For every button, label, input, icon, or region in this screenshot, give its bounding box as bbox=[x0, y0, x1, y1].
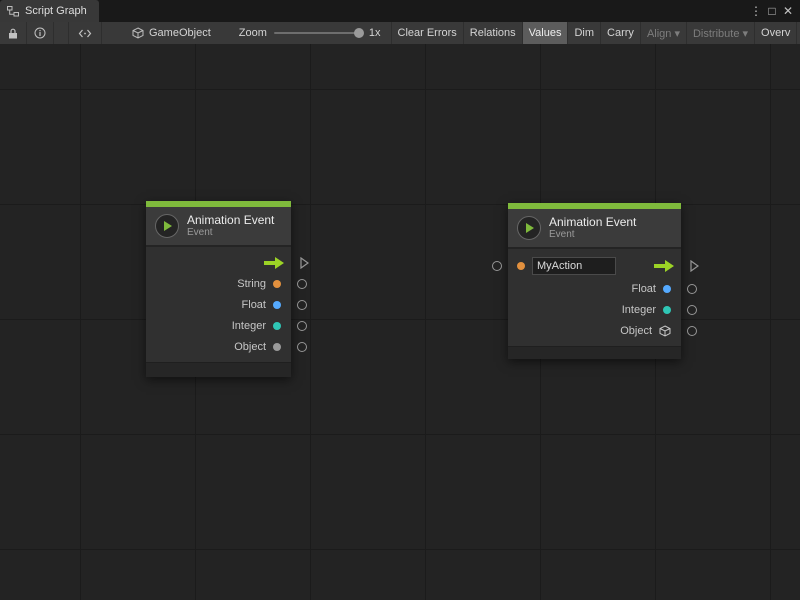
node-header[interactable]: Animation Event Event bbox=[508, 209, 681, 249]
animation-event-node[interactable]: Animation Event Event Float bbox=[508, 203, 681, 359]
toolbar-buttons: Clear Errors Relations Values Dim Carry … bbox=[391, 22, 798, 44]
gameobject-target[interactable]: GameObject bbox=[128, 22, 215, 44]
string-type-dot bbox=[273, 280, 281, 288]
name-input-row bbox=[508, 254, 681, 278]
lock-button[interactable] bbox=[0, 22, 27, 44]
graph-toolbar: GameObject Zoom 1x Clear Errors Relation… bbox=[0, 22, 800, 44]
data-output-row: Object bbox=[146, 336, 291, 357]
values-toggle-button[interactable]: Values bbox=[522, 22, 568, 44]
name-input-port[interactable] bbox=[492, 261, 502, 271]
integer-type-dot bbox=[663, 306, 671, 314]
dim-toggle-button[interactable]: Dim bbox=[567, 22, 600, 44]
string-output-port[interactable] bbox=[297, 279, 307, 289]
window-controls: ⋮ □ ✕ bbox=[748, 0, 800, 22]
node-body: String Float Integer Object bbox=[146, 247, 291, 362]
maximize-icon[interactable]: □ bbox=[764, 0, 780, 22]
integer-output-port[interactable] bbox=[297, 321, 307, 331]
data-output-row: String bbox=[146, 273, 291, 294]
string-type-dot bbox=[517, 262, 525, 270]
cube-icon bbox=[659, 325, 671, 337]
node-subtitle: Event bbox=[549, 229, 636, 241]
port-label: Object bbox=[620, 325, 652, 337]
data-output-row: Float bbox=[146, 294, 291, 315]
node-title: Animation Event bbox=[187, 213, 274, 227]
gameobject-icon bbox=[132, 27, 144, 39]
port-label: Integer bbox=[622, 304, 656, 316]
zoom-slider-handle[interactable] bbox=[354, 28, 364, 38]
flow-arrow-icon bbox=[263, 256, 285, 270]
float-type-dot bbox=[663, 285, 671, 293]
data-output-row: Integer bbox=[146, 315, 291, 336]
node-header[interactable]: Animation Event Event bbox=[146, 207, 291, 247]
inspect-button[interactable] bbox=[27, 22, 54, 44]
edit-source-button[interactable] bbox=[68, 22, 102, 44]
port-label: String bbox=[237, 278, 266, 290]
node-footer bbox=[508, 346, 681, 359]
event-play-icon bbox=[155, 214, 179, 238]
lock-icon bbox=[8, 28, 18, 39]
window-menu-icon[interactable]: ⋮ bbox=[748, 0, 764, 22]
titlebar: Script Graph ⋮ □ ✕ bbox=[0, 0, 800, 22]
zoom-label: Zoom bbox=[239, 27, 267, 39]
port-label: Integer bbox=[232, 320, 266, 332]
code-icon bbox=[78, 28, 92, 39]
flow-output-row bbox=[146, 252, 291, 273]
distribute-dropdown-button[interactable]: Distribute ▾ bbox=[686, 22, 754, 44]
data-output-row: Object bbox=[508, 320, 681, 341]
overview-button[interactable]: Overv bbox=[754, 22, 797, 44]
unity-script-graph-window: { "titlebar": { "tab_label": "Script Gra… bbox=[0, 0, 800, 600]
carry-toggle-button[interactable]: Carry bbox=[600, 22, 640, 44]
event-play-icon bbox=[517, 216, 541, 240]
node-subtitle: Event bbox=[187, 227, 274, 239]
graph-canvas[interactable]: Animation Event Event String Float bbox=[0, 44, 800, 600]
clear-errors-button[interactable]: Clear Errors bbox=[391, 22, 463, 44]
data-output-row: Float bbox=[508, 278, 681, 299]
float-output-port[interactable] bbox=[297, 300, 307, 310]
object-output-port[interactable] bbox=[297, 342, 307, 352]
port-label: Float bbox=[632, 283, 656, 295]
zoom-control: Zoom 1x bbox=[239, 22, 381, 44]
float-type-dot bbox=[273, 301, 281, 309]
node-title: Animation Event bbox=[549, 215, 636, 229]
tab-script-graph[interactable]: Script Graph bbox=[0, 0, 99, 22]
close-icon[interactable]: ✕ bbox=[780, 0, 796, 22]
port-label: Float bbox=[242, 299, 266, 311]
tab-label: Script Graph bbox=[25, 5, 87, 17]
align-dropdown-button[interactable]: Align ▾ bbox=[640, 22, 686, 44]
gameobject-label: GameObject bbox=[149, 27, 211, 39]
object-output-port[interactable] bbox=[687, 326, 697, 336]
node-body: Float Integer Object bbox=[508, 249, 681, 346]
flow-output-port[interactable] bbox=[300, 257, 309, 269]
port-label: Object bbox=[234, 341, 266, 353]
info-icon bbox=[34, 27, 46, 39]
flow-output-port[interactable] bbox=[690, 260, 699, 272]
float-output-port[interactable] bbox=[687, 284, 697, 294]
relations-button[interactable]: Relations bbox=[463, 22, 522, 44]
node-footer bbox=[146, 362, 291, 377]
flow-arrow-icon bbox=[653, 259, 675, 273]
data-output-row: Integer bbox=[508, 299, 681, 320]
object-type-dot bbox=[273, 343, 281, 351]
animation-name-field[interactable] bbox=[532, 257, 616, 275]
integer-type-dot bbox=[273, 322, 281, 330]
animation-event-node[interactable]: Animation Event Event String Float bbox=[146, 201, 291, 377]
integer-output-port[interactable] bbox=[687, 305, 697, 315]
zoom-slider[interactable] bbox=[274, 32, 362, 34]
graph-tab-icon bbox=[7, 6, 19, 17]
zoom-value: 1x bbox=[369, 27, 381, 39]
